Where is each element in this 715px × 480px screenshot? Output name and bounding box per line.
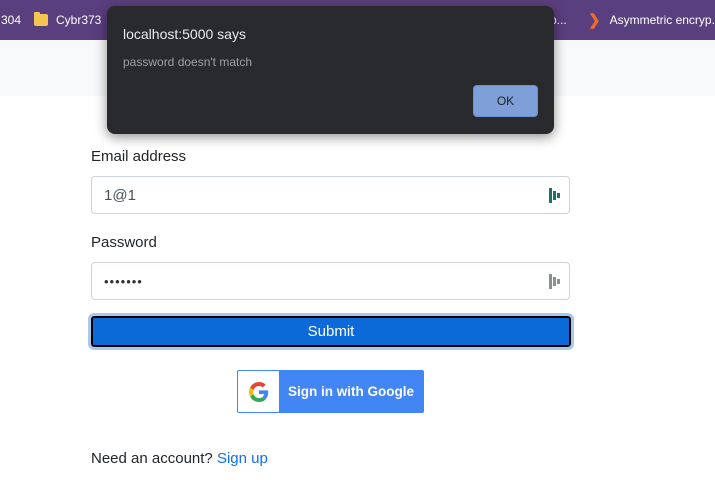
folder-icon: [34, 12, 48, 26]
signup-prompt: Need an account? Sign up: [91, 450, 268, 467]
need-account-text: Need an account?: [91, 450, 213, 467]
bookmark-label: 304: [1, 13, 22, 27]
google-signin-label: Sign in with Google: [288, 384, 414, 399]
bookmark-label: Cybr373: [56, 13, 102, 27]
alert-dialog: localhost:5000 says password doesn't mat…: [107, 6, 554, 134]
submit-button[interactable]: Submit: [88, 313, 574, 350]
email-field[interactable]: 1@1: [91, 176, 570, 214]
bookmark-item-asymmetric[interactable]: ❯ Asymmetric encryp...: [588, 0, 715, 40]
bookmark-item-cybr373[interactable]: Cybr373: [34, 0, 101, 40]
signup-link[interactable]: Sign up: [217, 450, 268, 467]
password-value: •••••••: [104, 273, 143, 289]
password-manager-icon[interactable]: [549, 188, 561, 203]
bookmark-item-304[interactable]: 304: [0, 0, 22, 40]
google-g-icon: [238, 371, 279, 412]
bookmark-label: Asymmetric encryp...: [609, 13, 715, 27]
ok-button[interactable]: OK: [473, 85, 538, 117]
password-manager-icon[interactable]: [549, 274, 561, 289]
chevron-right-icon: ❯: [588, 12, 601, 29]
email-value: 1@1: [104, 186, 136, 204]
google-signin-button[interactable]: Sign in with Google: [237, 370, 424, 413]
password-field[interactable]: •••••••: [91, 262, 570, 300]
bookmark-item-truncated[interactable]: p...: [550, 0, 572, 40]
dialog-title: localhost:5000 says: [123, 26, 246, 42]
dialog-message: password doesn't match: [123, 55, 253, 69]
email-label: Email address: [91, 148, 187, 165]
password-label: Password: [91, 234, 157, 251]
